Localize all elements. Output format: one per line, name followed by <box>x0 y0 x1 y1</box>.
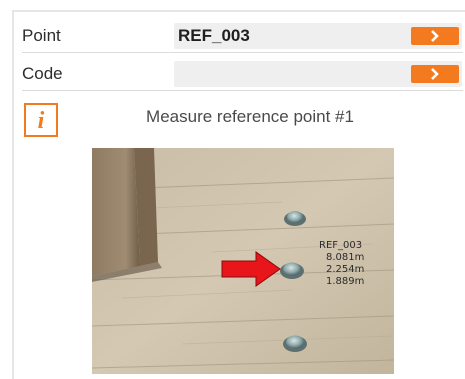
code-row: Code <box>22 58 463 91</box>
info-icon: i <box>24 103 58 137</box>
instruction-text: Measure reference point #1 <box>146 107 354 126</box>
point-label: Point <box>22 26 61 45</box>
photo-reading-3: 1.889m <box>326 276 364 287</box>
info-icon-letter: i <box>37 108 45 134</box>
point-value: REF_003 <box>178 26 250 45</box>
chevron-right-icon <box>431 30 439 42</box>
chevron-right-icon <box>431 68 439 80</box>
code-label: Code <box>22 64 63 83</box>
code-select-button[interactable] <box>411 65 459 83</box>
photo-reading-1: 8.081m <box>326 252 364 263</box>
photo-point-name: REF_003 <box>319 240 362 251</box>
point-field[interactable]: REF_003 <box>174 23 462 49</box>
photo-reading-2: 2.254m <box>326 264 364 275</box>
point-select-button[interactable] <box>411 27 459 45</box>
reference-photo: REF_003 8.081m 2.254m 1.889m <box>92 148 394 374</box>
point-row: Point REF_003 <box>22 20 463 53</box>
code-field[interactable] <box>174 61 462 87</box>
